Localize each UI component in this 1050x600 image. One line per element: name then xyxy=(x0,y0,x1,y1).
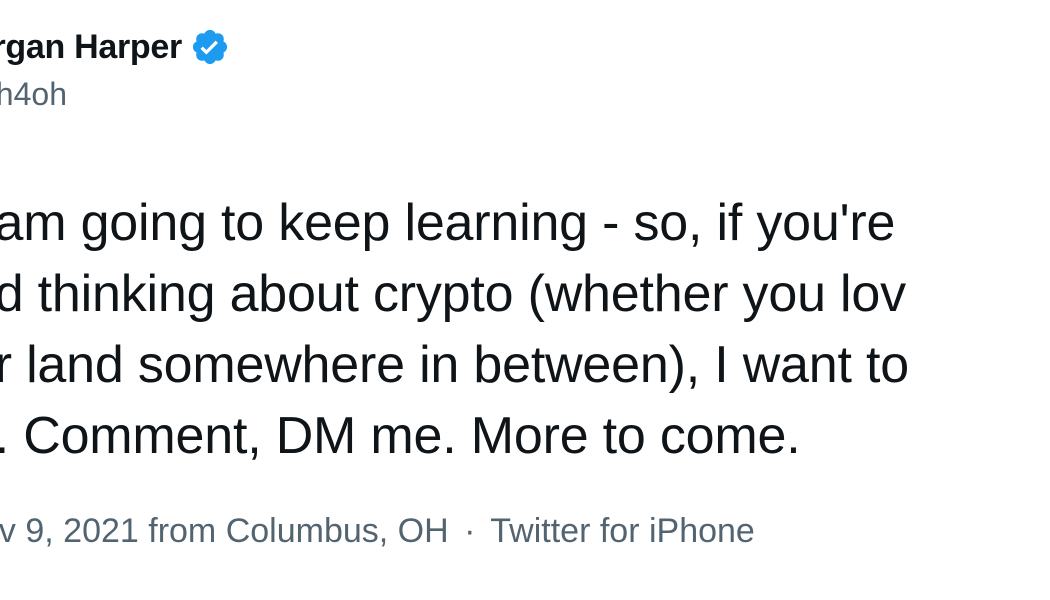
author-display-name[interactable]: organ Harper xyxy=(0,28,182,67)
tweet-date[interactable]: ov 9, 2021 xyxy=(0,512,139,550)
author-name-row[interactable]: organ Harper xyxy=(0,22,230,72)
tweet-text-line: nd thinking about crypto (whether you lo… xyxy=(0,265,906,323)
tweet-body: I am going to keep learning - so, if you… xyxy=(0,188,1050,472)
tweet-source-link[interactable]: Twitter for iPhone xyxy=(490,512,755,550)
meta-separator: · xyxy=(464,512,476,550)
tweet-location: from Columbus, OH xyxy=(148,512,449,550)
tweet-text-line: or land somewhere in between), I want to xyxy=(0,336,909,394)
tweet-text-line: I am going to keep learning - so, if you… xyxy=(0,194,896,252)
tweet-meta: ov 9, 2021 from Columbus, OH · Twitter f… xyxy=(0,512,755,551)
verified-badge-icon xyxy=(192,29,227,65)
tweet-text-line: u. Comment, DM me. More to come. xyxy=(0,407,801,465)
tweet-card: organ Harper nh4oh I am going to keep le… xyxy=(0,0,1050,600)
tweet-header: organ Harper nh4oh xyxy=(0,22,230,132)
author-handle[interactable]: nh4oh xyxy=(0,76,230,113)
